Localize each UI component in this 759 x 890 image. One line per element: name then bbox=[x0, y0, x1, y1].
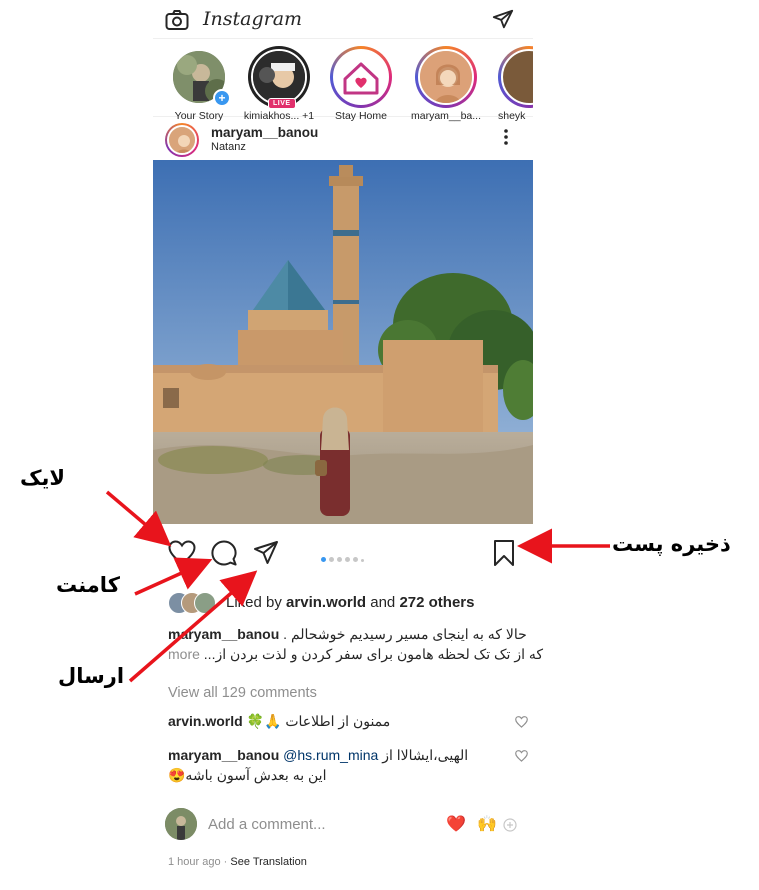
share-send-icon[interactable] bbox=[253, 540, 279, 571]
add-comment-row: Add a comment... ❤️ 🙌 bbox=[165, 808, 525, 844]
liked-by-user[interactable]: arvin.world bbox=[286, 594, 366, 611]
stories-tray: + Your Story LIVE kimiakhos... +1 Stay H… bbox=[153, 42, 533, 122]
caption-line-1: حالا که به اینجای مسیر رسیدیم خوشحالم . bbox=[283, 626, 527, 642]
post-location[interactable]: Natanz bbox=[211, 141, 246, 153]
carousel-dot bbox=[345, 557, 350, 562]
post-photo[interactable] bbox=[153, 160, 533, 524]
caption-line-2: که از تک تک لحظه هامون برای سفر کردن و ل… bbox=[203, 646, 544, 662]
comment-text: ممنون از اطلاعات 🙏🍀 bbox=[246, 713, 391, 729]
story-your-story[interactable]: + Your Story bbox=[161, 46, 237, 122]
story-stay-home[interactable]: Stay Home bbox=[323, 46, 399, 122]
comment-like-icon[interactable] bbox=[515, 747, 528, 767]
stay-home-icon bbox=[333, 49, 389, 105]
camera-icon[interactable] bbox=[165, 9, 189, 36]
quick-emoji-heart[interactable]: ❤️ bbox=[446, 814, 466, 834]
bookmark-icon[interactable] bbox=[493, 539, 515, 572]
avatar bbox=[501, 49, 533, 105]
comment-like-icon[interactable] bbox=[515, 713, 528, 733]
post-username[interactable]: maryam__banou bbox=[211, 125, 318, 140]
post-actions bbox=[153, 534, 533, 574]
see-translation-link[interactable]: See Translation bbox=[230, 856, 306, 868]
annotation-like: لایک bbox=[20, 466, 66, 490]
comment-username[interactable]: maryam__banou bbox=[168, 747, 279, 763]
carousel-indicator bbox=[321, 549, 367, 567]
heart-icon[interactable] bbox=[168, 540, 196, 571]
caption-more-link[interactable]: more bbox=[168, 646, 200, 662]
view-all-comments-link[interactable]: View all 129 comments bbox=[168, 685, 317, 701]
carousel-dot bbox=[353, 557, 358, 562]
comment-username[interactable]: arvin.world bbox=[168, 713, 243, 729]
avatar bbox=[194, 592, 216, 614]
carousel-dot bbox=[321, 557, 326, 562]
top-bar: Instagram bbox=[153, 0, 533, 39]
carousel-dot bbox=[329, 557, 334, 562]
post-author-avatar[interactable] bbox=[165, 123, 199, 157]
quick-emoji-raised-hands[interactable]: 🙌 bbox=[477, 814, 497, 834]
current-user-avatar bbox=[165, 808, 197, 840]
more-vertical-icon[interactable] bbox=[503, 128, 509, 151]
brand-logo-text[interactable]: Instagram bbox=[203, 8, 302, 30]
likes-text: Liked by arvin.world and 272 others bbox=[226, 594, 475, 611]
comment-item: arvin.world ممنون از اطلاعات 🙏🍀 bbox=[168, 711, 528, 731]
add-comment-input[interactable]: Add a comment... bbox=[208, 816, 326, 833]
avatar bbox=[251, 49, 307, 105]
carousel-dot bbox=[361, 559, 364, 562]
add-circle-icon[interactable] bbox=[503, 818, 517, 837]
carousel-dot bbox=[337, 557, 342, 562]
post-caption: maryam__banou حالا که به اینجای مسیر رسی… bbox=[168, 624, 543, 664]
comment-text-line-2: این به بعدش آسون باشه😍 bbox=[168, 767, 327, 783]
story-maryam-banou[interactable]: maryam__ba... bbox=[408, 46, 484, 122]
caption-username[interactable]: maryam__banou bbox=[168, 626, 279, 642]
avatar bbox=[418, 49, 474, 105]
comment-item: maryam__banou @hs.rum_mina الهیی،ایشالاا… bbox=[168, 745, 528, 785]
liked-by-others[interactable]: 272 others bbox=[399, 594, 474, 611]
annotation-save: ذخیره پست bbox=[612, 532, 731, 556]
post-timestamp: 1 hour ago · See Translation bbox=[168, 856, 307, 868]
story-sheyk[interactable]: sheyk bbox=[498, 46, 533, 122]
instagram-screen: Instagram + Your Story LIVE kimiakhos...… bbox=[153, 0, 543, 890]
post-header: maryam__banou Natanz bbox=[153, 120, 533, 158]
annotation-comment: کامنت bbox=[56, 573, 120, 597]
comment-mention[interactable]: @hs.rum_mina bbox=[283, 747, 378, 763]
live-badge: LIVE bbox=[268, 98, 296, 109]
annotation-send: ارسال bbox=[58, 664, 125, 688]
direct-message-icon[interactable] bbox=[492, 8, 514, 35]
likes-summary[interactable]: Liked by arvin.world and 272 others bbox=[168, 590, 528, 616]
comment-text: الهیی،ایشالاا از bbox=[382, 747, 469, 763]
comment-icon[interactable] bbox=[211, 540, 237, 571]
story-kimiakhos[interactable]: LIVE kimiakhos... +1 bbox=[241, 46, 317, 122]
add-story-icon[interactable]: + bbox=[213, 89, 231, 107]
